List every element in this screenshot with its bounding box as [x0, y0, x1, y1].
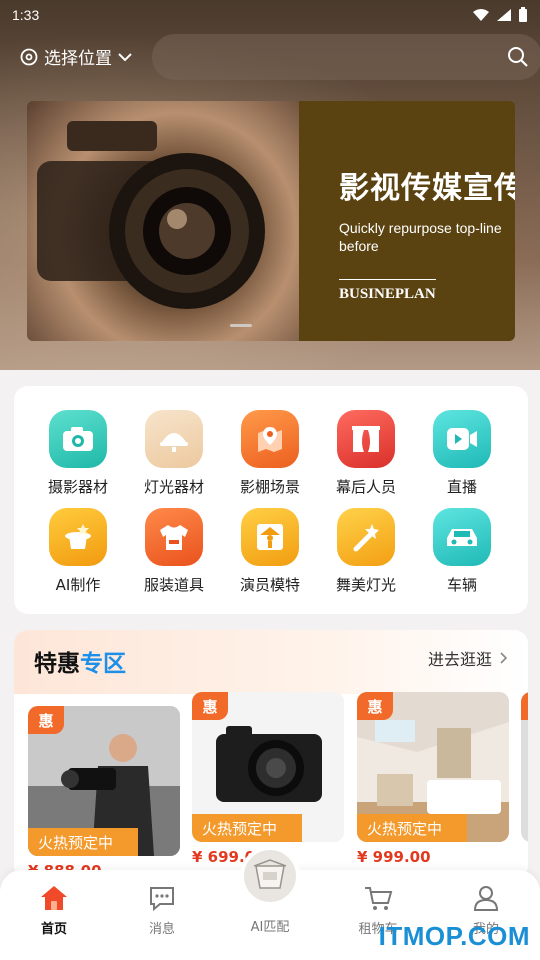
user-icon	[473, 886, 499, 911]
tshirt-icon	[145, 508, 203, 566]
person-frame-icon	[241, 508, 299, 566]
product-card-partial[interactable]	[521, 692, 528, 842]
promo-banner[interactable]: 影视传媒宣传 Quickly repurpose top-line before…	[27, 101, 515, 341]
site-watermark: ITMOP.COM	[378, 921, 530, 951]
tab-label: 消息	[148, 922, 175, 937]
cart-icon	[365, 887, 393, 910]
magic-wand-icon	[337, 508, 395, 566]
banner-brand: BUSINEPLAN	[339, 279, 436, 303]
bedroom-photo: 惠 火热预定中	[357, 692, 509, 842]
ai-match-button[interactable]	[240, 846, 300, 906]
chat-icon	[150, 887, 174, 912]
location-pin-icon	[20, 48, 38, 65]
special-deals-section: 特惠专区 进去逛逛 惠 火热预定中 ¥ 888.00	[14, 630, 528, 880]
product-card[interactable]: 惠 火热预定中 ¥ 888.00	[28, 706, 180, 880]
tab-label: AI匹配	[250, 920, 290, 935]
category-label: 演员模特	[239, 576, 300, 594]
banner-pager	[230, 324, 252, 327]
category-lighting[interactable]: 灯光器材	[126, 410, 222, 497]
tab-home[interactable]: 首页	[14, 884, 94, 937]
camera-lens-photo	[27, 101, 299, 341]
discount-badge: 惠	[192, 692, 228, 720]
deals-title-part2: 专区	[80, 651, 126, 677]
discount-badge: 惠	[357, 692, 393, 720]
wifi-icon	[473, 9, 489, 21]
videographer-photo: 惠 火热预定中	[28, 706, 180, 856]
camera-photo: 惠 火热预定中	[192, 692, 344, 842]
search-icon[interactable]	[506, 45, 530, 69]
category-label: AI制作	[55, 576, 101, 594]
category-crew[interactable]: 幕后人员	[318, 410, 414, 497]
deals-header: 特惠专区 进去逛逛	[14, 630, 528, 694]
chevron-right-icon	[500, 652, 508, 664]
category-vehicles[interactable]: 车辆	[414, 508, 510, 595]
curtain-icon	[337, 410, 395, 468]
category-actors[interactable]: 演员模特	[222, 508, 318, 595]
tab-ai-match[interactable]: AI匹配	[230, 910, 310, 935]
category-costume[interactable]: 服装道具	[126, 508, 222, 595]
banner-text-panel: 影视传媒宣传 Quickly repurpose top-line before…	[299, 101, 515, 341]
banner-title: 影视传媒宣传	[339, 171, 515, 206]
lamp-icon	[145, 410, 203, 468]
product-image-partial	[521, 692, 528, 842]
magic-hat-icon	[49, 508, 107, 566]
category-label: 灯光器材	[143, 478, 204, 496]
category-live[interactable]: 直播	[414, 410, 510, 497]
chevron-down-icon	[118, 52, 132, 61]
deals-more-label: 进去逛逛	[427, 650, 492, 669]
status-icons	[472, 7, 528, 23]
category-ai[interactable]: AI制作	[30, 508, 126, 595]
location-selector[interactable]: 选择位置	[20, 44, 132, 69]
category-label: 服装道具	[143, 576, 204, 594]
camera-illustration	[37, 121, 265, 309]
category-label: 影棚场景	[239, 478, 300, 496]
battery-icon	[519, 7, 527, 22]
top-row: 选择位置	[0, 34, 540, 80]
category-grid: 摄影器材 灯光器材 影棚场景 幕后人员 直播 AI制作 服装道具 演员模特 舞美…	[14, 386, 528, 614]
home-icon	[41, 886, 67, 910]
category-camera[interactable]: 摄影器材	[30, 410, 126, 497]
discount-badge: 惠	[28, 706, 64, 734]
location-label: 选择位置	[44, 49, 112, 69]
hot-booking-tag: 火热预定中	[192, 814, 302, 842]
ai-match-icon	[253, 859, 287, 889]
discount-badge-partial	[521, 692, 528, 720]
tab-messages[interactable]: 消息	[122, 884, 202, 937]
status-bar: 1:33	[0, 0, 540, 30]
product-card[interactable]: 惠 火热预定中 ¥ 699.00	[192, 692, 344, 866]
car-icon	[433, 508, 491, 566]
tab-label: 首页	[40, 922, 67, 937]
category-label: 舞美灯光	[335, 576, 396, 594]
product-price: ¥ 999.00	[357, 848, 431, 866]
category-stage-lighting[interactable]: 舞美灯光	[318, 508, 414, 595]
deals-more-link[interactable]: 进去逛逛	[428, 646, 508, 670]
status-time: 1:33	[12, 7, 40, 23]
hot-booking-tag: 火热预定中	[357, 814, 467, 842]
category-label: 摄影器材	[47, 478, 108, 496]
category-label: 直播	[446, 478, 477, 496]
map-pin-icon	[241, 410, 299, 468]
product-card[interactable]: 惠 火热预定中 ¥ 999.00	[357, 692, 509, 866]
hot-booking-tag: 火热预定中	[28, 828, 138, 856]
category-studio[interactable]: 影棚场景	[222, 410, 318, 497]
camera-icon	[49, 410, 107, 468]
category-label: 车辆	[446, 576, 477, 594]
deals-title-part1: 特惠	[34, 651, 80, 677]
search-bar[interactable]	[152, 34, 540, 80]
video-icon	[433, 410, 491, 468]
signal-icon	[497, 9, 511, 21]
banner-subtitle: Quickly repurpose top-line before	[339, 220, 502, 254]
category-label: 幕后人员	[335, 478, 396, 496]
deals-title: 特惠专区	[34, 644, 126, 678]
